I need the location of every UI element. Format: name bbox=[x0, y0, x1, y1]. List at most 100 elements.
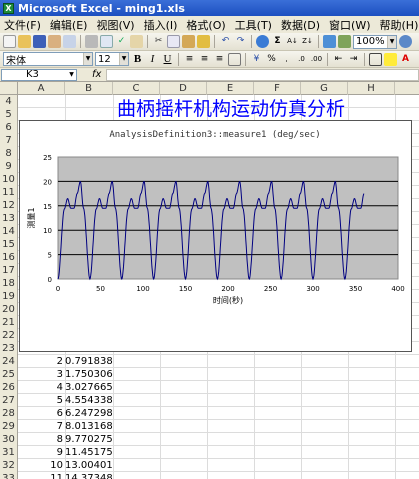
increase-indent-icon[interactable]: ⇥ bbox=[347, 53, 360, 66]
menu-edit[interactable]: 编辑(E) bbox=[50, 17, 88, 33]
row-header[interactable]: 6 bbox=[0, 121, 18, 134]
row-header[interactable]: 19 bbox=[0, 290, 18, 303]
row-header[interactable]: 24 bbox=[0, 355, 18, 368]
menu-insert[interactable]: 插入(I) bbox=[144, 17, 178, 33]
format-painter-icon[interactable] bbox=[197, 35, 210, 48]
chart-wizard-icon[interactable] bbox=[323, 35, 336, 48]
font-size-select[interactable]: 12 ▼ bbox=[95, 52, 129, 66]
paste-icon[interactable] bbox=[182, 35, 195, 48]
row-header[interactable]: 31 bbox=[0, 446, 18, 459]
row-header[interactable]: 18 bbox=[0, 277, 18, 290]
italic-button[interactable]: I bbox=[146, 53, 159, 66]
table-cell-measure[interactable]: 3.027665 bbox=[65, 381, 113, 394]
table-cell-measure[interactable]: 14.37348 bbox=[65, 472, 113, 479]
name-box[interactable]: K3 ▼ bbox=[1, 69, 77, 81]
increase-decimal-icon[interactable]: .0 bbox=[295, 53, 308, 66]
hyperlink-icon[interactable] bbox=[256, 35, 269, 48]
print-preview-icon[interactable] bbox=[100, 35, 113, 48]
menu-view[interactable]: 视图(V) bbox=[96, 17, 134, 33]
permission-icon[interactable] bbox=[48, 35, 61, 48]
align-left-icon[interactable]: ≡ bbox=[183, 53, 196, 66]
row-header[interactable]: 10 bbox=[0, 173, 18, 186]
menu-tools[interactable]: 工具(T) bbox=[235, 17, 272, 33]
decrease-indent-icon[interactable]: ⇤ bbox=[332, 53, 345, 66]
row-header[interactable]: 33 bbox=[0, 472, 18, 479]
column-header-next[interactable] bbox=[395, 82, 419, 95]
table-cell-time[interactable]: 3 bbox=[18, 368, 65, 381]
sort-ascending-icon[interactable]: A↓ bbox=[286, 35, 299, 48]
table-cell-time[interactable]: 7 bbox=[18, 420, 65, 433]
table-cell-time[interactable]: 8 bbox=[18, 433, 65, 446]
bold-button[interactable]: B bbox=[131, 53, 144, 66]
zoom-select[interactable]: 100% ▼ bbox=[353, 34, 397, 49]
undo-icon[interactable]: ↶ bbox=[219, 35, 232, 48]
menu-file[interactable]: 文件(F) bbox=[4, 17, 41, 33]
table-cell-time[interactable]: 2 bbox=[18, 355, 65, 368]
row-header[interactable]: 5 bbox=[0, 108, 18, 121]
column-header-a[interactable]: A bbox=[18, 82, 65, 95]
sort-descending-icon[interactable]: Z↓ bbox=[301, 35, 314, 48]
align-right-icon[interactable]: ≡ bbox=[213, 53, 226, 66]
row-header[interactable]: 13 bbox=[0, 212, 18, 225]
formula-input[interactable] bbox=[106, 69, 419, 81]
save-icon[interactable] bbox=[33, 35, 46, 48]
row-header[interactable]: 28 bbox=[0, 407, 18, 420]
comma-style-icon[interactable]: , bbox=[280, 53, 293, 66]
cut-icon[interactable]: ✂ bbox=[152, 35, 165, 48]
table-cell-measure[interactable]: 0.791838 bbox=[65, 355, 113, 368]
row-header[interactable]: 22 bbox=[0, 329, 18, 342]
row-header[interactable]: 30 bbox=[0, 433, 18, 446]
merge-center-icon[interactable] bbox=[228, 52, 241, 66]
row-header[interactable]: 9 bbox=[0, 160, 18, 173]
row-header[interactable]: 21 bbox=[0, 316, 18, 329]
row-header[interactable]: 17 bbox=[0, 264, 18, 277]
row-header[interactable]: 32 bbox=[0, 459, 18, 472]
new-file-icon[interactable] bbox=[3, 35, 16, 48]
currency-icon[interactable]: ¥ bbox=[250, 53, 263, 66]
table-cell-measure[interactable]: 4.554338 bbox=[65, 394, 113, 407]
select-all-corner[interactable] bbox=[0, 82, 18, 95]
row-header[interactable]: 15 bbox=[0, 238, 18, 251]
help-icon[interactable] bbox=[399, 35, 412, 48]
row-header[interactable]: 14 bbox=[0, 225, 18, 238]
row-header[interactable]: 29 bbox=[0, 420, 18, 433]
table-cell-time[interactable]: 9 bbox=[18, 446, 65, 459]
table-cell-time[interactable]: 6 bbox=[18, 407, 65, 420]
table-cell-measure[interactable]: 6.247298 bbox=[65, 407, 113, 420]
drawing-icon[interactable] bbox=[338, 35, 351, 48]
autosum-icon[interactable]: Σ bbox=[271, 35, 284, 48]
column-header-b[interactable]: B bbox=[65, 82, 113, 95]
copy-icon[interactable] bbox=[167, 35, 180, 48]
row-header[interactable]: 27 bbox=[0, 394, 18, 407]
worksheet-grid[interactable]: A B C D E F G H 4 5 6 7 8 9 10 11 12 13 14 15 16 17 18… bbox=[0, 82, 419, 479]
table-cell-measure[interactable]: 13.00401 bbox=[65, 459, 113, 472]
row-header[interactable]: 23 bbox=[0, 342, 18, 355]
underline-button[interactable]: U bbox=[161, 53, 174, 66]
table-cell-measure[interactable]: 9.770275 bbox=[65, 433, 113, 446]
row-header[interactable]: 20 bbox=[0, 303, 18, 316]
decrease-decimal-icon[interactable]: .00 bbox=[310, 53, 323, 66]
percent-button[interactable]: % bbox=[265, 53, 278, 66]
email-icon[interactable] bbox=[63, 35, 76, 48]
menu-window[interactable]: 窗口(W) bbox=[329, 17, 370, 33]
fx-icon[interactable]: fx bbox=[92, 68, 101, 82]
table-cell-time[interactable]: 4 bbox=[18, 381, 65, 394]
research-icon[interactable] bbox=[130, 35, 143, 48]
column-header-h[interactable]: H bbox=[348, 82, 395, 95]
borders-icon[interactable] bbox=[369, 52, 382, 66]
table-cell-measure[interactable]: 1.750306 bbox=[65, 368, 113, 381]
chart[interactable]: AnalysisDefinition3::measure1 (deg/sec) 0… bbox=[19, 120, 412, 352]
row-header[interactable]: 8 bbox=[0, 147, 18, 160]
row-header[interactable]: 12 bbox=[0, 199, 18, 212]
menu-data[interactable]: 数据(D) bbox=[281, 17, 320, 33]
font-color-icon[interactable]: A bbox=[399, 53, 412, 66]
spelling-icon[interactable]: ✓ bbox=[115, 35, 128, 48]
table-cell-measure[interactable]: 11.45175 bbox=[65, 446, 113, 459]
align-center-icon[interactable]: ≡ bbox=[198, 53, 211, 66]
row-header[interactable]: 26 bbox=[0, 381, 18, 394]
fill-color-icon[interactable] bbox=[384, 52, 397, 66]
row-header[interactable]: 7 bbox=[0, 134, 18, 147]
menu-help[interactable]: 帮助(H) bbox=[380, 17, 419, 33]
row-header[interactable]: 16 bbox=[0, 251, 18, 264]
font-name-select[interactable]: 宋体 ▼ bbox=[3, 52, 93, 67]
